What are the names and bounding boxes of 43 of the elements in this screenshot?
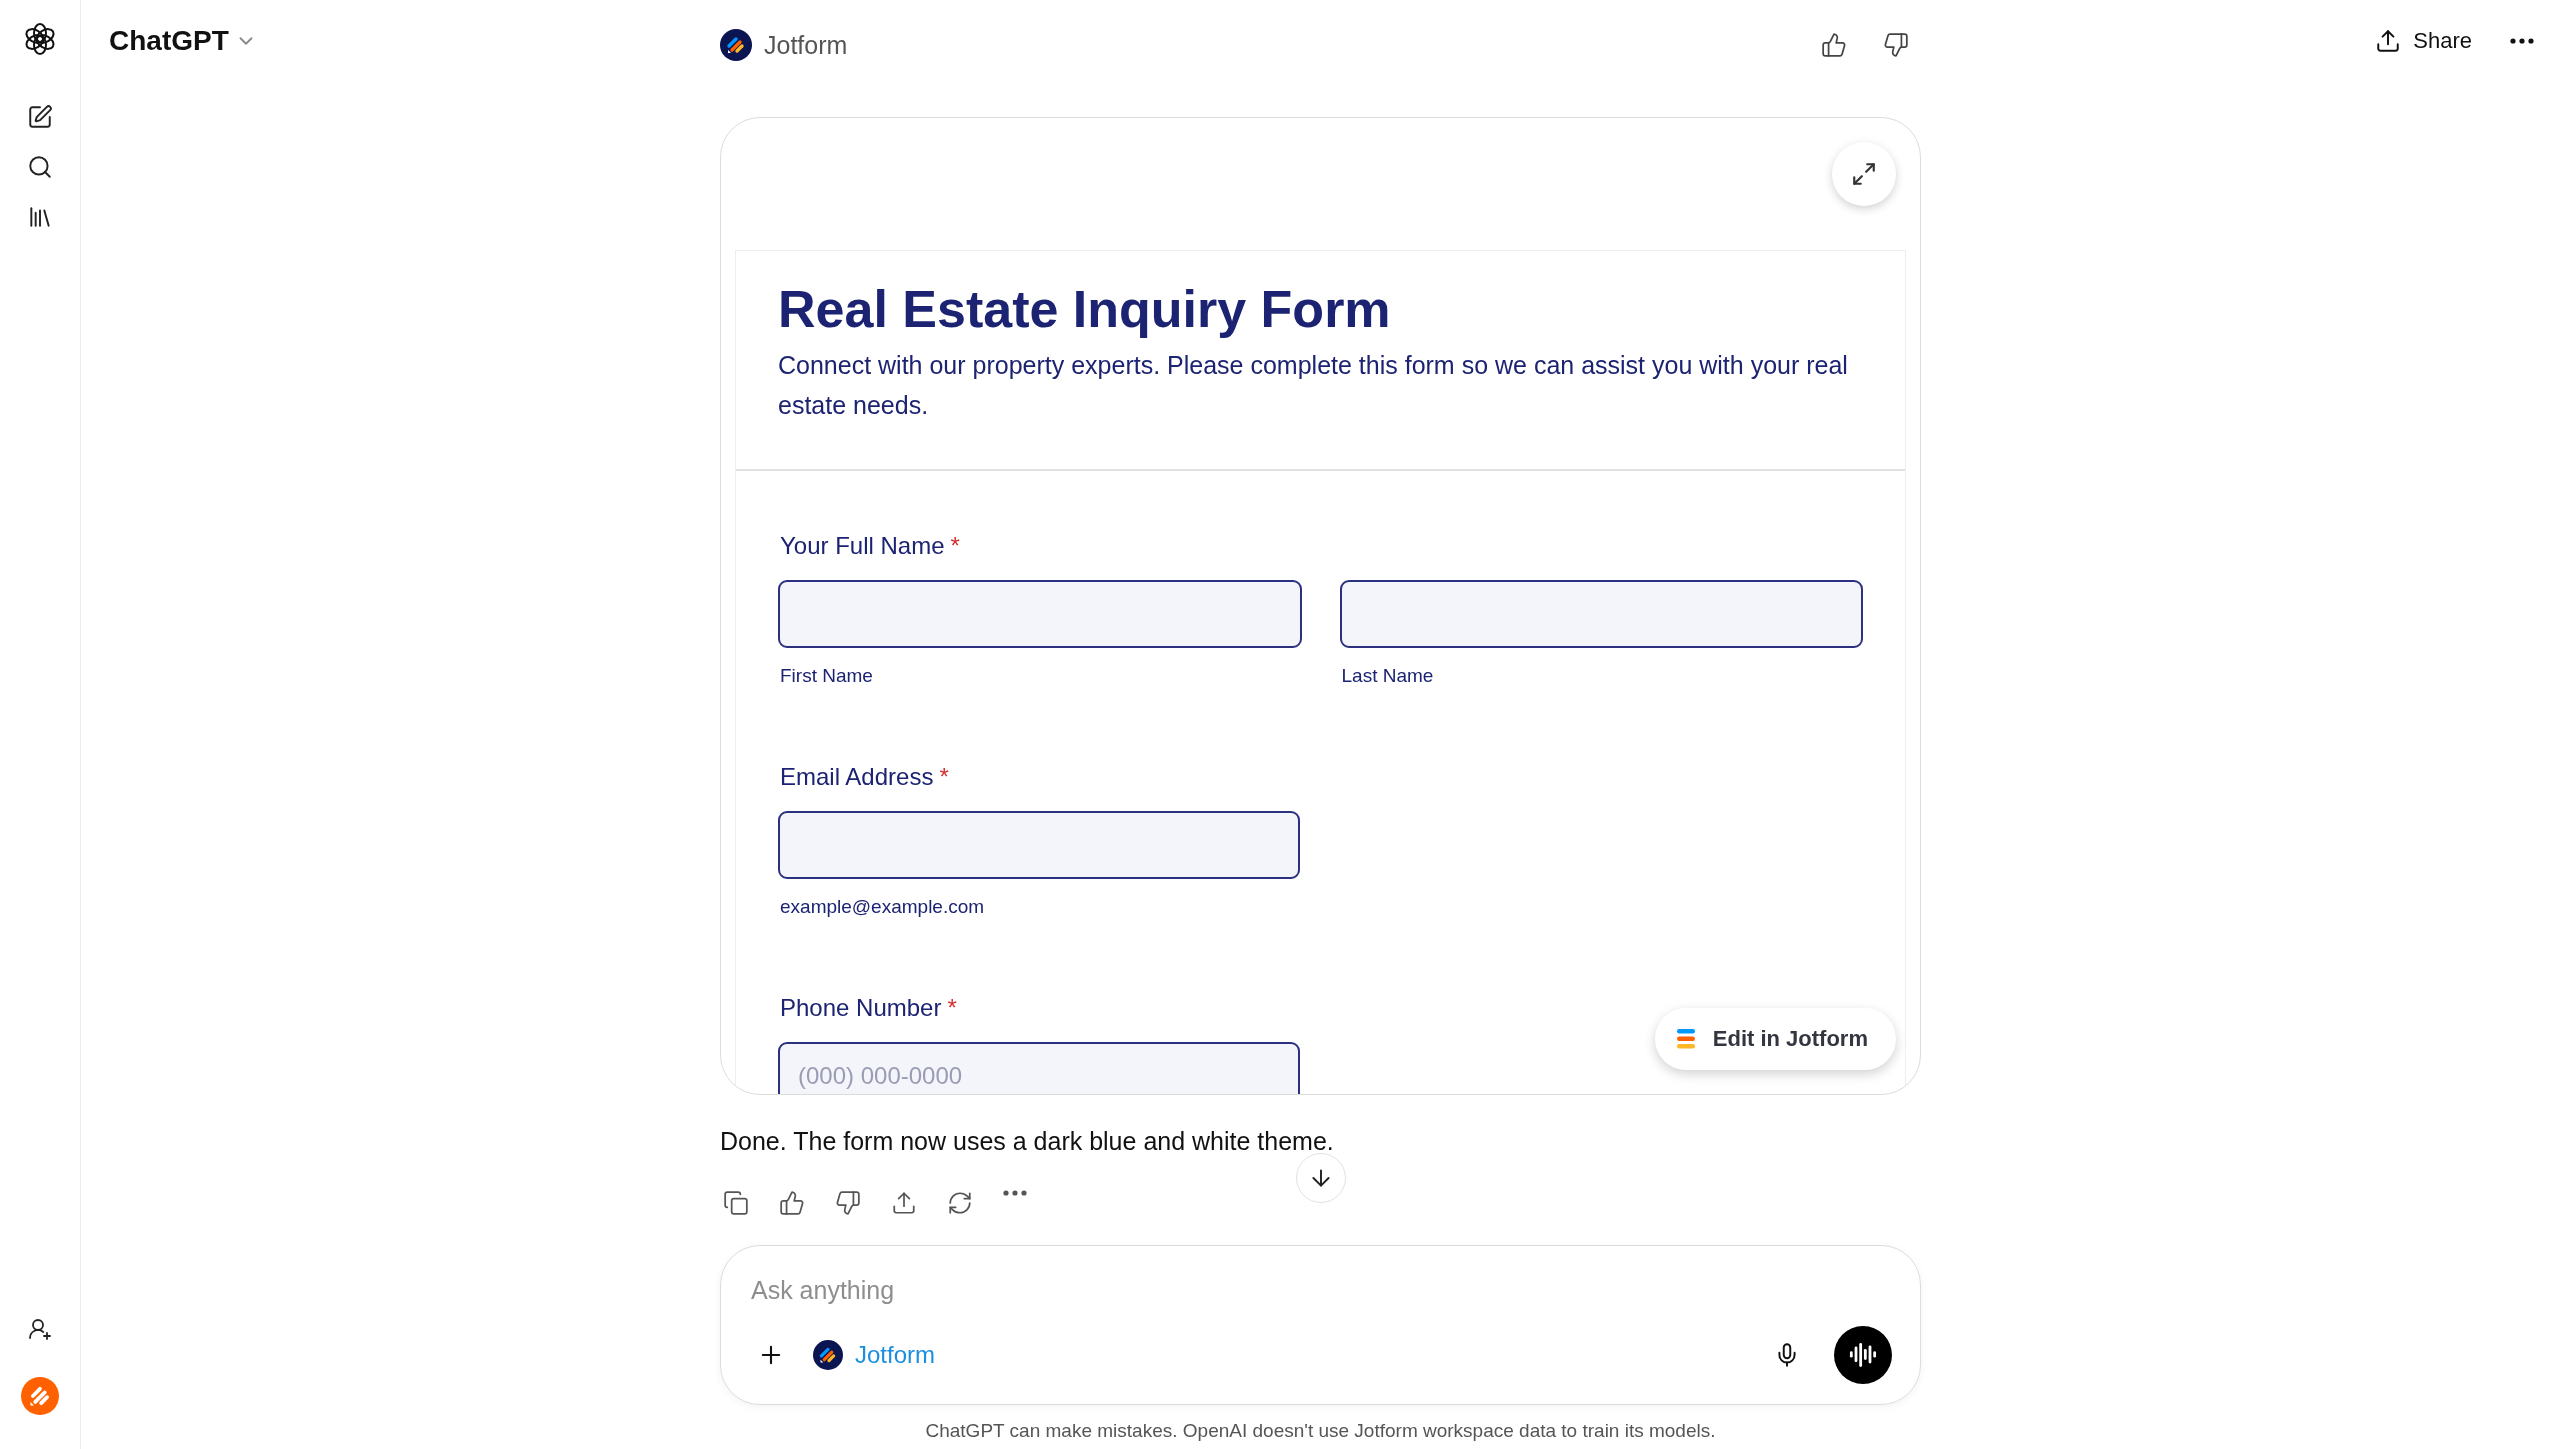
field-sublabel: First Name bbox=[780, 664, 874, 688]
knot-logo-icon[interactable] bbox=[23, 22, 57, 56]
more-icon bbox=[1003, 1190, 1027, 1196]
sound-wave-icon bbox=[1849, 1341, 1877, 1369]
thumbs-down-icon bbox=[1883, 32, 1909, 58]
thumbs-up-icon bbox=[779, 1190, 805, 1216]
stacked-bars-icon bbox=[1676, 1029, 1695, 1049]
scroll-down-button[interactable] bbox=[1295, 1153, 1346, 1203]
model-selector[interactable]: ChatGPT bbox=[81, 25, 257, 57]
add-user-icon bbox=[28, 1317, 52, 1341]
app-name: Jotform bbox=[764, 30, 849, 60]
search-icon bbox=[27, 154, 53, 180]
expand-icon bbox=[1851, 161, 1877, 187]
share-icon bbox=[2375, 28, 2402, 54]
input-field[interactable] bbox=[778, 811, 1300, 879]
avatar-icon[interactable] bbox=[21, 1377, 59, 1415]
share-button[interactable]: Share bbox=[2369, 27, 2478, 55]
more-icon bbox=[2510, 38, 2534, 44]
field-label: Phone Number * bbox=[780, 993, 958, 1023]
copy-icon bbox=[723, 1190, 749, 1216]
field-sublabel: example@example.com bbox=[780, 895, 986, 919]
field-sublabel: Last Name bbox=[1341, 664, 1435, 688]
edit-button[interactable]: Edit in Jotform bbox=[1654, 1008, 1896, 1070]
disclaimer: ChatGPT can make mistakes. OpenAI doesn't use Jotform workspace data to train its models. bbox=[925, 1420, 1716, 1442]
app-logo-icon bbox=[720, 29, 752, 61]
app-logo-icon bbox=[813, 1340, 843, 1370]
thumbs-up-icon bbox=[1821, 32, 1847, 58]
message-input[interactable]: Ask anything bbox=[751, 1272, 1892, 1308]
input-field[interactable]: (000) 000-0000 bbox=[778, 1042, 1300, 1094]
voice-button[interactable] bbox=[1834, 1326, 1892, 1384]
expand-button[interactable] bbox=[1832, 142, 1896, 206]
books-icon bbox=[27, 204, 53, 230]
input-field[interactable] bbox=[778, 580, 1302, 648]
form-title: Real Estate Inquiry Form bbox=[778, 279, 1392, 339]
thumbs-down-icon bbox=[835, 1190, 861, 1216]
share-icon bbox=[891, 1190, 917, 1216]
pencil-square-icon bbox=[27, 104, 53, 130]
input-field[interactable] bbox=[1339, 580, 1863, 648]
assistant-message: Done. The form now uses a dark blue and white theme. bbox=[720, 1126, 1335, 1156]
refresh-icon bbox=[947, 1190, 973, 1216]
field-label: Your Full Name * bbox=[780, 531, 961, 561]
field-label: Email Address * bbox=[780, 762, 950, 792]
form-description: Connect with our property experts. Please complete this form so we can assist you with your real estate needs. bbox=[778, 350, 1849, 421]
